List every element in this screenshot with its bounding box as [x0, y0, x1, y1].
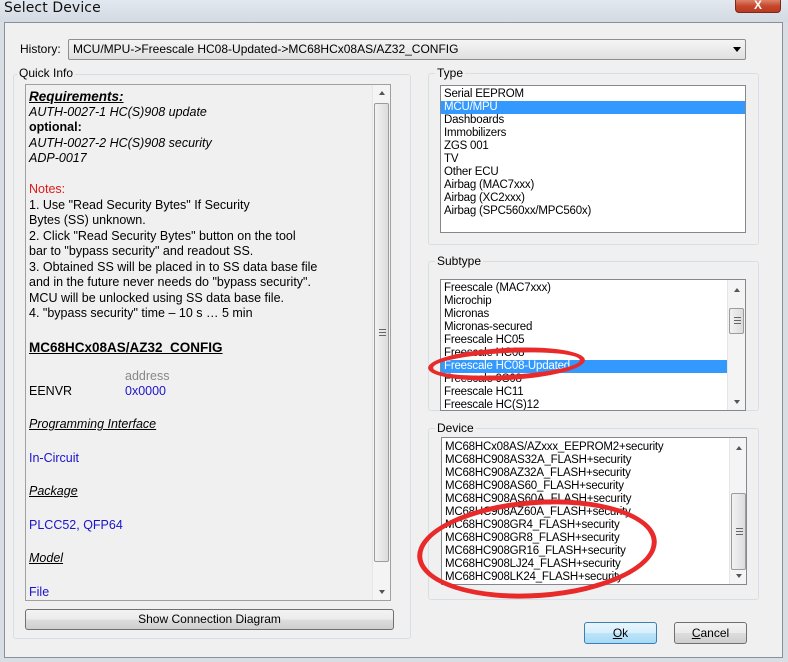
type-list-item[interactable]: Airbag (XC2xxx): [441, 192, 745, 205]
device-title: Device: [435, 421, 476, 435]
window-title: Select Device: [4, 0, 101, 16]
device-list-item[interactable]: MC68HC908AS60A_FLASH+security: [442, 493, 728, 506]
close-icon: X: [753, 0, 762, 12]
note-line: 3. Obtained SS will be placed in to SS d…: [29, 259, 318, 274]
subtype-list: Freescale (MAC7xxx) Microchip Micronas Micr…: [441, 280, 727, 410]
package-heading: Package: [29, 484, 78, 498]
chevron-down-icon: [733, 47, 741, 52]
subtype-scrollbar[interactable]: [727, 280, 745, 410]
device-listbox[interactable]: MC68HCx08AS/AZxxx_EEPROM2+security MC68HC…: [441, 437, 747, 585]
device-scrollbar[interactable]: [729, 438, 746, 584]
cancel-label: Cancel: [692, 626, 729, 640]
subtype-list-item[interactable]: Micronas-secured: [441, 321, 727, 334]
ok-label: Ok: [613, 626, 628, 640]
ok-label-rest: k: [622, 626, 629, 640]
subtype-list-item[interactable]: Freescale 9S08: [441, 373, 727, 386]
type-list-item[interactable]: Airbag (MAC7xxx): [441, 179, 745, 192]
device-list-item[interactable]: MC68HC908LK24_FLASH+security: [442, 571, 728, 584]
device-list-item[interactable]: MC68HC908GR8_FLASH+security: [442, 532, 728, 545]
subtype-list-item[interactable]: Freescale HC05: [441, 334, 727, 347]
type-list-item[interactable]: Immobilizers: [441, 127, 745, 140]
title-bar: Select Device X: [0, 0, 788, 22]
subtype-list-item[interactable]: Freescale HC08: [441, 347, 727, 360]
notes-heading: Notes:: [29, 182, 66, 196]
scroll-down-icon[interactable]: [730, 568, 746, 584]
subtype-title: Subtype: [435, 254, 484, 268]
note-line: and in the future never needs do "bypass…: [29, 275, 311, 289]
type-list-item[interactable]: TV: [441, 153, 745, 166]
type-list-item[interactable]: Other ECU: [441, 166, 745, 179]
device-list-item[interactable]: MC68HC908AZ32A_FLASH+security: [442, 467, 728, 480]
cancel-label-rest: ancel: [700, 626, 730, 640]
address-header: address: [125, 369, 170, 383]
grip-icon: [735, 527, 743, 535]
scrollbar-thumb[interactable]: [731, 493, 746, 570]
scrollbar-thumb[interactable]: [374, 103, 389, 562]
show-connection-diagram-label: Show Connection Diagram: [138, 612, 281, 626]
config-heading: MC68HCx08AS/AZ32_CONFIG: [29, 339, 223, 355]
quick-info-title: Quick Info: [17, 66, 76, 80]
history-label: History:: [20, 42, 61, 56]
note-line: 1. Use "Read Security Bytes" If Security: [29, 197, 250, 212]
close-button[interactable]: X: [735, 0, 781, 13]
quick-info-panel: Requirements: AUTH-0027-1 HC(S)908 updat…: [25, 84, 391, 601]
note-line: Bytes (SS) unknown.: [29, 213, 146, 227]
note-line: 2. Click "Read Security Bytes" button on…: [29, 228, 296, 243]
grip-icon: [733, 317, 741, 324]
register-name: EENVR: [29, 384, 73, 398]
subtype-list-item[interactable]: Micronas: [441, 308, 727, 321]
type-list-item[interactable]: Dashboards: [441, 114, 745, 127]
note-line: MCU will be unlocked using SS data base …: [29, 290, 284, 305]
type-list-item[interactable]: MCU/MPU: [441, 101, 745, 114]
type-list-item[interactable]: Serial EEPROM: [441, 88, 745, 101]
history-dropdown[interactable]: MCU/MPU->Freescale HC08-Updated->MC68HCx…: [68, 39, 746, 60]
cancel-button[interactable]: Cancel: [674, 622, 747, 644]
subtype-listbox[interactable]: Freescale (MAC7xxx) Microchip Micronas Micr…: [440, 279, 746, 411]
scroll-up-icon[interactable]: [373, 85, 390, 101]
ok-mnemonic: O: [612, 626, 623, 640]
scroll-down-icon[interactable]: [373, 584, 390, 600]
scrollbar-thumb[interactable]: [729, 308, 744, 334]
device-list-item[interactable]: MC68HC908GR4_FLASH+security: [442, 519, 728, 532]
device-list-item[interactable]: MC68HC908LJ24_FLASH+security: [442, 558, 728, 571]
subtype-list-item[interactable]: Freescale HC08-Updated: [441, 360, 727, 373]
type-listbox[interactable]: Serial EEPROM MCU/MPU Dashboards Immobilize…: [440, 85, 746, 233]
scroll-down-icon[interactable]: [728, 394, 745, 410]
optional-label: optional:: [29, 120, 82, 134]
scroll-up-icon[interactable]: [730, 440, 746, 456]
device-list-item[interactable]: MC68HC908AS32A_FLASH+security: [442, 454, 728, 467]
subtype-list-item[interactable]: Freescale HC11: [441, 386, 727, 399]
ok-button[interactable]: Ok: [584, 622, 657, 644]
model-value: File: [29, 584, 50, 599]
device-list-item[interactable]: MC68HC908GR16_FLASH+security: [442, 545, 728, 558]
type-list-item[interactable]: Airbag (SPC560xx/MPC560x): [441, 205, 745, 218]
subtype-list-item[interactable]: Freescale (MAC7xxx): [441, 282, 727, 295]
type-list-item[interactable]: ZGS 001: [441, 140, 745, 153]
note-line: bar to "bypass security" and readout SS.: [29, 244, 254, 258]
package-value: PLCC52, QFP64: [29, 517, 123, 532]
register-address: 0x0000: [125, 384, 167, 398]
quick-info-content: Requirements: AUTH-0027-1 HC(S)908 updat…: [29, 89, 369, 600]
device-list: MC68HCx08AS/AZxxx_EEPROM2+security MC68HC…: [442, 438, 728, 584]
programming-interface-value: In-Circuit: [29, 450, 80, 465]
programming-interface-heading: Programming Interface: [29, 417, 157, 431]
grip-icon: [378, 328, 386, 336]
show-connection-diagram-button[interactable]: Show Connection Diagram: [25, 609, 394, 630]
quick-info-scrollbar[interactable]: [372, 85, 390, 600]
type-title: Type: [435, 66, 466, 80]
subtype-list-item[interactable]: Microchip: [441, 295, 727, 308]
optional-line: ADP-0017: [29, 151, 87, 165]
model-heading: Model: [29, 551, 64, 565]
device-list-item[interactable]: MC68HC908AZ60A_FLASH+security: [442, 506, 728, 519]
requirements-heading: Requirements:: [29, 89, 124, 104]
scroll-up-icon[interactable]: [728, 282, 745, 298]
type-list: Serial EEPROM MCU/MPU Dashboards Immobilize…: [441, 86, 745, 218]
optional-line: AUTH-0027-2 HC(S)908 security: [29, 135, 212, 150]
requirement-line: AUTH-0027-1 HC(S)908 update: [29, 104, 207, 119]
subtype-list-item[interactable]: Freescale HC(S)12: [441, 399, 727, 410]
device-list-item[interactable]: MC68HC908AS60_FLASH+security: [442, 480, 728, 493]
device-list-item[interactable]: MC68HCx08AS/AZxxx_EEPROM2+security: [442, 441, 728, 454]
history-value: MCU/MPU->Freescale HC08-Updated->MC68HCx…: [73, 42, 459, 56]
note-line: 4. "bypass security" time – 10 s … 5 min: [29, 306, 253, 320]
